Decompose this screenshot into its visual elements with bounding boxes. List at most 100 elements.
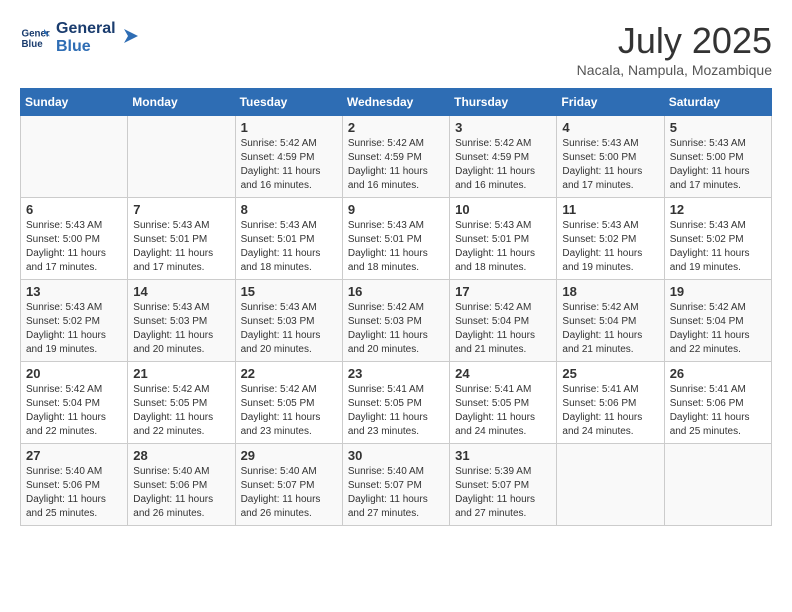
day-info: Sunrise: 5:43 AM Sunset: 5:02 PM Dayligh… [562, 219, 658, 275]
calendar-cell: 13Sunrise: 5:43 AM Sunset: 5:02 PM Dayli… [21, 280, 128, 362]
day-number: 8 [241, 202, 337, 217]
day-number: 7 [133, 202, 229, 217]
day-info: Sunrise: 5:43 AM Sunset: 5:03 PM Dayligh… [133, 301, 229, 357]
calendar-cell: 14 Sunrise: 5:43 AM Sunset: 5:03 PM Dayli… [128, 280, 235, 362]
day-number: 18 [562, 284, 658, 299]
calendar-cell: 5 Sunrise: 5:43 AM Sunset: 5:00 PM Daylig… [664, 116, 771, 198]
logo-general: General [56, 20, 116, 38]
day-number: 5 [670, 120, 766, 135]
logo-arrow [118, 25, 140, 47]
day-info: Sunrise: 5:40 AM Sunset: 5:06 PM Dayligh… [26, 465, 122, 521]
day-number: 23 [348, 366, 444, 381]
logo-icon: General Blue [20, 23, 50, 53]
calendar-cell: 24 Sunrise: 5:41 AM Sunset: 5:05 PM Dayli… [450, 362, 557, 444]
day-info: Sunrise: 5:43 AM Sunset: 5:00 PM Dayligh… [26, 219, 122, 275]
calendar-cell: 31Sunrise: 5:39 AM Sunset: 5:07 PM Dayli… [450, 444, 557, 526]
weekday-header-friday: Friday [557, 89, 664, 116]
calendar-cell: 9 Sunrise: 5:43 AM Sunset: 5:01 PM Daylig… [342, 198, 449, 280]
calendar-cell: 8 Sunrise: 5:43 AM Sunset: 5:01 PM Daylig… [235, 198, 342, 280]
day-number: 14 [133, 284, 229, 299]
day-info: Sunrise: 5:43 AM Sunset: 5:01 PM Dayligh… [241, 219, 337, 275]
day-info: Sunrise: 5:41 AM Sunset: 5:06 PM Dayligh… [670, 383, 766, 439]
day-info: Sunrise: 5:39 AM Sunset: 5:07 PM Dayligh… [455, 465, 551, 521]
day-info: Sunrise: 5:40 AM Sunset: 5:06 PM Dayligh… [133, 465, 229, 521]
calendar-cell: 26Sunrise: 5:41 AM Sunset: 5:06 PM Dayli… [664, 362, 771, 444]
calendar-cell: 16 Sunrise: 5:42 AM Sunset: 5:03 PM Dayli… [342, 280, 449, 362]
calendar-week-row: 1 Sunrise: 5:42 AM Sunset: 4:59 PM Daylig… [21, 116, 772, 198]
day-number: 29 [241, 448, 337, 463]
calendar-cell: 6 Sunrise: 5:43 AM Sunset: 5:00 PM Daylig… [21, 198, 128, 280]
svg-text:Blue: Blue [22, 39, 44, 50]
calendar-cell: 18 Sunrise: 5:42 AM Sunset: 5:04 PM Dayli… [557, 280, 664, 362]
page-header: General Blue General Blue July 2025 Naca… [20, 20, 772, 78]
day-info: Sunrise: 5:42 AM Sunset: 5:04 PM Dayligh… [670, 301, 766, 357]
day-info: Sunrise: 5:43 AM Sunset: 5:02 PM Dayligh… [670, 219, 766, 275]
calendar-week-row: 20Sunrise: 5:42 AM Sunset: 5:04 PM Dayli… [21, 362, 772, 444]
calendar-week-row: 13Sunrise: 5:43 AM Sunset: 5:02 PM Dayli… [21, 280, 772, 362]
calendar-table: SundayMondayTuesdayWednesdayThursdayFrid… [20, 88, 772, 526]
day-info: Sunrise: 5:42 AM Sunset: 5:03 PM Dayligh… [348, 301, 444, 357]
calendar-cell: 19Sunrise: 5:42 AM Sunset: 5:04 PM Dayli… [664, 280, 771, 362]
day-info: Sunrise: 5:43 AM Sunset: 5:01 PM Dayligh… [133, 219, 229, 275]
day-info: Sunrise: 5:43 AM Sunset: 5:00 PM Dayligh… [670, 137, 766, 193]
day-info: Sunrise: 5:43 AM Sunset: 5:01 PM Dayligh… [348, 219, 444, 275]
day-number: 12 [670, 202, 766, 217]
calendar-week-row: 27 Sunrise: 5:40 AM Sunset: 5:06 PM Dayli… [21, 444, 772, 526]
day-number: 27 [26, 448, 122, 463]
calendar-cell: 30Sunrise: 5:40 AM Sunset: 5:07 PM Dayli… [342, 444, 449, 526]
logo: General Blue General Blue [20, 20, 140, 55]
day-info: Sunrise: 5:42 AM Sunset: 5:04 PM Dayligh… [562, 301, 658, 357]
day-info: Sunrise: 5:42 AM Sunset: 5:05 PM Dayligh… [241, 383, 337, 439]
day-number: 6 [26, 202, 122, 217]
calendar-cell [21, 116, 128, 198]
calendar-cell: 7 Sunrise: 5:43 AM Sunset: 5:01 PM Daylig… [128, 198, 235, 280]
weekday-header-saturday: Saturday [664, 89, 771, 116]
day-info: Sunrise: 5:41 AM Sunset: 5:05 PM Dayligh… [455, 383, 551, 439]
day-info: Sunrise: 5:42 AM Sunset: 5:04 PM Dayligh… [455, 301, 551, 357]
day-number: 17 [455, 284, 551, 299]
day-number: 2 [348, 120, 444, 135]
calendar-cell: 25 Sunrise: 5:41 AM Sunset: 5:06 PM Dayli… [557, 362, 664, 444]
calendar-cell: 3 Sunrise: 5:42 AM Sunset: 4:59 PM Daylig… [450, 116, 557, 198]
location-subtitle: Nacala, Nampula, Mozambique [577, 62, 772, 78]
day-number: 9 [348, 202, 444, 217]
day-info: Sunrise: 5:42 AM Sunset: 4:59 PM Dayligh… [455, 137, 551, 193]
calendar-week-row: 6 Sunrise: 5:43 AM Sunset: 5:00 PM Daylig… [21, 198, 772, 280]
calendar-cell: 1 Sunrise: 5:42 AM Sunset: 4:59 PM Daylig… [235, 116, 342, 198]
day-info: Sunrise: 5:43 AM Sunset: 5:02 PM Dayligh… [26, 301, 122, 357]
weekday-header-tuesday: Tuesday [235, 89, 342, 116]
day-info: Sunrise: 5:42 AM Sunset: 4:59 PM Dayligh… [241, 137, 337, 193]
day-info: Sunrise: 5:42 AM Sunset: 4:59 PM Dayligh… [348, 137, 444, 193]
calendar-cell: 4 Sunrise: 5:43 AM Sunset: 5:00 PM Daylig… [557, 116, 664, 198]
day-number: 1 [241, 120, 337, 135]
calendar-cell: 10 Sunrise: 5:43 AM Sunset: 5:01 PM Dayli… [450, 198, 557, 280]
calendar-cell [128, 116, 235, 198]
day-number: 25 [562, 366, 658, 381]
calendar-cell: 27 Sunrise: 5:40 AM Sunset: 5:06 PM Dayli… [21, 444, 128, 526]
day-info: Sunrise: 5:40 AM Sunset: 5:07 PM Dayligh… [348, 465, 444, 521]
day-number: 10 [455, 202, 551, 217]
day-info: Sunrise: 5:42 AM Sunset: 5:04 PM Dayligh… [26, 383, 122, 439]
calendar-cell [664, 444, 771, 526]
day-info: Sunrise: 5:43 AM Sunset: 5:01 PM Dayligh… [455, 219, 551, 275]
calendar-cell: 20Sunrise: 5:42 AM Sunset: 5:04 PM Dayli… [21, 362, 128, 444]
day-number: 3 [455, 120, 551, 135]
day-info: Sunrise: 5:43 AM Sunset: 5:00 PM Dayligh… [562, 137, 658, 193]
calendar-cell: 29Sunrise: 5:40 AM Sunset: 5:07 PM Dayli… [235, 444, 342, 526]
day-info: Sunrise: 5:41 AM Sunset: 5:05 PM Dayligh… [348, 383, 444, 439]
calendar-cell: 15Sunrise: 5:43 AM Sunset: 5:03 PM Dayli… [235, 280, 342, 362]
day-number: 4 [562, 120, 658, 135]
weekday-header-row: SundayMondayTuesdayWednesdayThursdayFrid… [21, 89, 772, 116]
calendar-cell: 23 Sunrise: 5:41 AM Sunset: 5:05 PM Dayli… [342, 362, 449, 444]
weekday-header-wednesday: Wednesday [342, 89, 449, 116]
day-info: Sunrise: 5:41 AM Sunset: 5:06 PM Dayligh… [562, 383, 658, 439]
calendar-cell: 17 Sunrise: 5:42 AM Sunset: 5:04 PM Dayli… [450, 280, 557, 362]
calendar-cell: 22Sunrise: 5:42 AM Sunset: 5:05 PM Dayli… [235, 362, 342, 444]
calendar-cell [557, 444, 664, 526]
calendar-cell: 28Sunrise: 5:40 AM Sunset: 5:06 PM Dayli… [128, 444, 235, 526]
day-number: 24 [455, 366, 551, 381]
day-number: 16 [348, 284, 444, 299]
day-number: 11 [562, 202, 658, 217]
calendar-cell: 21Sunrise: 5:42 AM Sunset: 5:05 PM Dayli… [128, 362, 235, 444]
weekday-header-monday: Monday [128, 89, 235, 116]
